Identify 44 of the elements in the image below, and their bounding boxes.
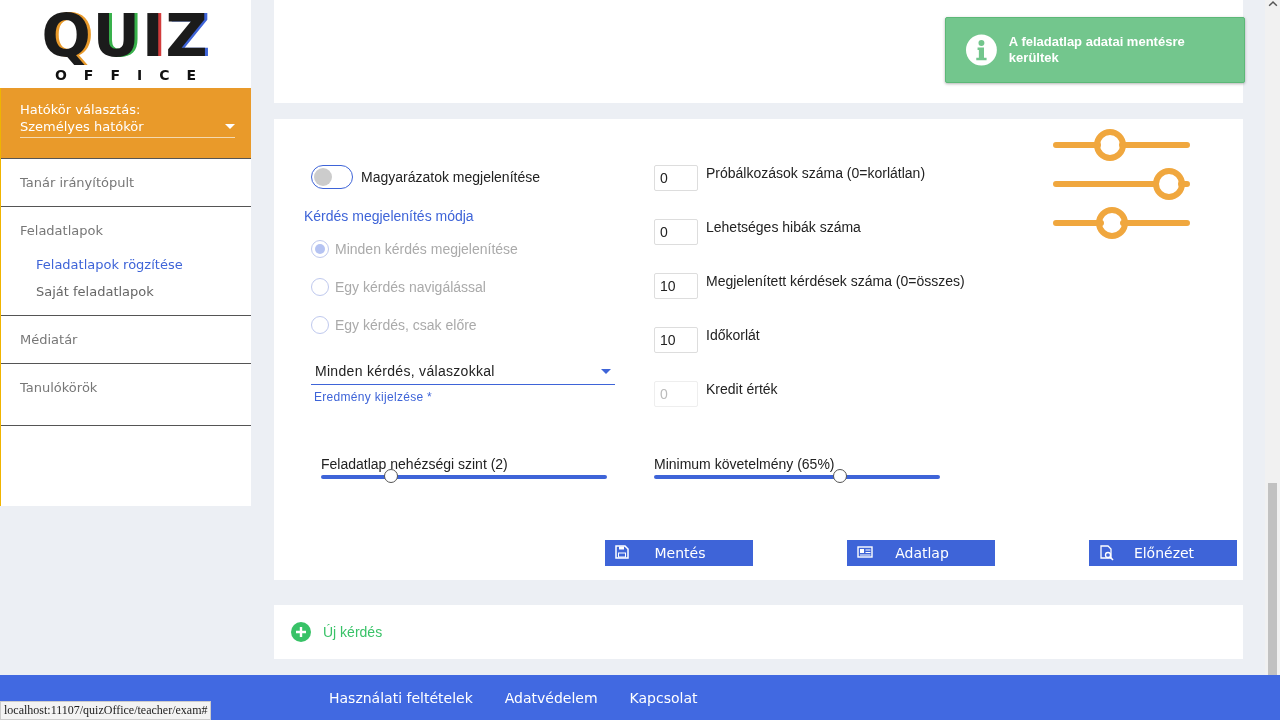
- sidebar-item[interactable]: Tanulókörök: [20, 380, 98, 395]
- number-field[interactable]: 10: [654, 273, 698, 299]
- id-card-icon: [857, 545, 873, 561]
- sidebar-subitem[interactable]: Feladatlapok rögzítése: [20, 250, 232, 272]
- footer-link[interactable]: Használati feltételek: [329, 689, 473, 706]
- scope-label: Hatókör választás:: [20, 102, 142, 117]
- slider-label: Feladatlap nehézségi szint (2): [321, 456, 509, 472]
- sidebar-item[interactable]: Médiatár: [20, 332, 78, 347]
- info-icon: [966, 34, 997, 66]
- save-button[interactable]: Mentés: [605, 540, 753, 566]
- footer-link[interactable]: Adatvédelem: [504, 689, 598, 706]
- caret-icon: [601, 368, 611, 374]
- field-label: Időkorlát: [706, 327, 760, 343]
- toggle-label: Magyarázatok megjelenítése: [361, 169, 540, 185]
- logo-title: QUIZ: [41, 6, 210, 65]
- section-title: Kérdés megjelenítés módja: [304, 208, 475, 224]
- field-label: Kredit érték: [706, 381, 778, 397]
- field-label: Lehetséges hibák száma: [706, 219, 861, 235]
- document-search-icon: [1099, 545, 1115, 561]
- caret-icon: [225, 124, 235, 129]
- plus-icon: [291, 622, 311, 642]
- sidebar-item[interactable]: Feladatlapok: [20, 223, 103, 238]
- status-url: localhost:11107/quizOffice/teacher/exam#: [0, 701, 212, 720]
- radio-label: Egy kérdés navigálással: [335, 279, 486, 295]
- datasheet-button[interactable]: Adatlap: [847, 540, 995, 566]
- radio-label: Egy kérdés, csak előre: [335, 317, 477, 333]
- sidebar-subitem[interactable]: Saját feladatlapok: [20, 277, 232, 299]
- toast-message: A feladatlap adatai mentésre kerültek: [1008, 34, 1186, 66]
- field-label: Megjelenített kérdések száma (0=összes): [706, 273, 965, 289]
- number-field[interactable]: 0: [654, 219, 698, 245]
- scrollbar-thumb[interactable]: [1268, 482, 1277, 675]
- field-label: Próbálkozások száma (0=korlátlan): [706, 165, 926, 181]
- sidebar-item[interactable]: Tanár irányítópult: [20, 175, 135, 190]
- footer-link[interactable]: Kapcsolat: [629, 689, 698, 706]
- select-label: Eredmény kijelzése *: [314, 390, 434, 404]
- scroll-up-icon: [1267, 0, 1278, 8]
- number-field[interactable]: 0: [654, 165, 698, 191]
- preview-button[interactable]: Előnézet: [1089, 540, 1237, 566]
- slider-label: Minimum követelmény (65%): [654, 456, 836, 472]
- radio-label: Minden kérdés megjelenítése: [335, 241, 518, 257]
- result-select[interactable]: Minden kérdés, válaszokkal: [311, 360, 615, 385]
- number-field[interactable]: 10: [654, 327, 698, 353]
- slider-thumb[interactable]: [832, 469, 847, 483]
- logo-subtitle: OFFICE: [54, 67, 214, 82]
